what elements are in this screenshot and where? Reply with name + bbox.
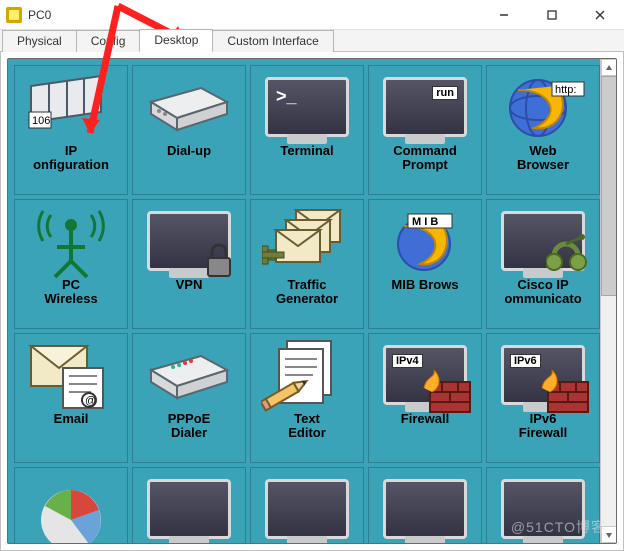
svg-text:M I B: M I B — [412, 216, 438, 228]
app-traffic-generator[interactable]: Traffic Generator — [250, 199, 364, 329]
app-label: Dial-up — [130, 144, 249, 158]
email-icon: @ — [23, 338, 119, 412]
vertical-scrollbar[interactable] — [600, 59, 617, 543]
pc-wireless-icon — [23, 204, 119, 278]
app-label: Firewall — [366, 412, 485, 426]
close-icon — [595, 10, 605, 20]
svg-text:@: @ — [85, 395, 96, 407]
app-partial-3[interactable] — [250, 467, 364, 544]
ip-overlay-text: 106 — [32, 115, 50, 127]
app-label: IPv6 Firewall — [484, 412, 603, 441]
desktop-panel: 106 IP onfiguration Dial-up — [7, 58, 617, 544]
pie-chart-icon — [23, 472, 119, 544]
tab-desktop[interactable]: Desktop — [139, 29, 213, 52]
dial-up-icon — [141, 70, 237, 144]
partial-icon — [141, 472, 237, 544]
app-pc-wireless[interactable]: PC Wireless — [14, 199, 128, 329]
app-text-editor[interactable]: Text Editor — [250, 333, 364, 463]
app-mib-browser[interactable]: M I B MIB Brows — [368, 199, 482, 329]
ipv6-firewall-icon: IPv6 — [495, 338, 591, 412]
window-title: PC0 — [28, 8, 51, 22]
app-partial-1[interactable] — [14, 467, 128, 544]
command-prompt-icon: run — [377, 70, 473, 144]
mib-browser-icon: M I B — [377, 204, 473, 278]
svg-text:http:: http: — [555, 84, 576, 96]
app-label: VPN — [130, 278, 249, 292]
app-label: Web Browser — [484, 144, 603, 173]
cmd-run-tag: run — [432, 86, 458, 100]
tabs-bar: Physical Config Desktop Custom Interface — [0, 30, 624, 52]
app-label: PPPoE Dialer — [130, 412, 249, 441]
app-grid: 106 IP onfiguration Dial-up — [14, 65, 592, 544]
app-icon — [6, 7, 22, 23]
maximize-button[interactable] — [528, 0, 576, 30]
app-command-prompt[interactable]: run Command Prompt — [368, 65, 482, 195]
partial-icon — [259, 472, 355, 544]
cisco-ip-communicator-icon — [495, 204, 591, 278]
app-label: Traffic Generator — [248, 278, 367, 307]
ip-configuration-icon: 106 — [23, 70, 119, 144]
partial-icon — [377, 472, 473, 544]
scroll-thumb[interactable] — [601, 76, 617, 296]
app-partial-2[interactable] — [132, 467, 246, 544]
app-dial-up[interactable]: Dial-up — [132, 65, 246, 195]
app-email[interactable]: @ Email — [14, 333, 128, 463]
app-ip-configuration[interactable]: 106 IP onfiguration — [14, 65, 128, 195]
minimize-icon — [499, 10, 509, 20]
app-firewall[interactable]: IPv4 Firewall — [368, 333, 482, 463]
app-label: Email — [12, 412, 131, 426]
app-label: Text Editor — [248, 412, 367, 441]
titlebar: PC0 — [0, 0, 624, 30]
tab-physical[interactable]: Physical — [2, 30, 77, 52]
window-controls — [480, 0, 624, 30]
watermark: @51CTO博客 — [511, 517, 606, 537]
app-terminal[interactable]: >_ Terminal — [250, 65, 364, 195]
app-label: Command Prompt — [366, 144, 485, 173]
app-label: MIB Brows — [366, 278, 485, 292]
web-browser-icon: http: — [495, 70, 591, 144]
text-editor-icon — [259, 338, 355, 412]
app-label: Cisco IP ommunicato — [484, 278, 603, 307]
app-pppoe-dialer[interactable]: PPPoE Dialer — [132, 333, 246, 463]
app-label: PC Wireless — [12, 278, 131, 307]
vpn-icon — [141, 204, 237, 278]
app-ipv6-firewall[interactable]: IPv6 IPv6 Firewall — [486, 333, 600, 463]
content-area: 106 IP onfiguration Dial-up — [0, 52, 624, 551]
terminal-icon: >_ — [259, 70, 355, 144]
app-partial-4[interactable] — [368, 467, 482, 544]
tab-custom-interface[interactable]: Custom Interface — [212, 30, 333, 52]
tab-config[interactable]: Config — [76, 30, 141, 52]
app-label: Terminal — [248, 144, 367, 158]
app-label: IP onfiguration — [12, 144, 131, 173]
minimize-button[interactable] — [480, 0, 528, 30]
app-vpn[interactable]: VPN — [132, 199, 246, 329]
app-web-browser[interactable]: http: Web Browser — [486, 65, 600, 195]
maximize-icon — [547, 10, 557, 20]
scroll-up-arrow-icon[interactable] — [601, 59, 617, 76]
firewall-icon: IPv4 — [377, 338, 473, 412]
traffic-generator-icon — [259, 204, 355, 278]
pppoe-dialer-icon — [141, 338, 237, 412]
close-button[interactable] — [576, 0, 624, 30]
app-cisco-ip-communicator[interactable]: Cisco IP ommunicato — [486, 199, 600, 329]
